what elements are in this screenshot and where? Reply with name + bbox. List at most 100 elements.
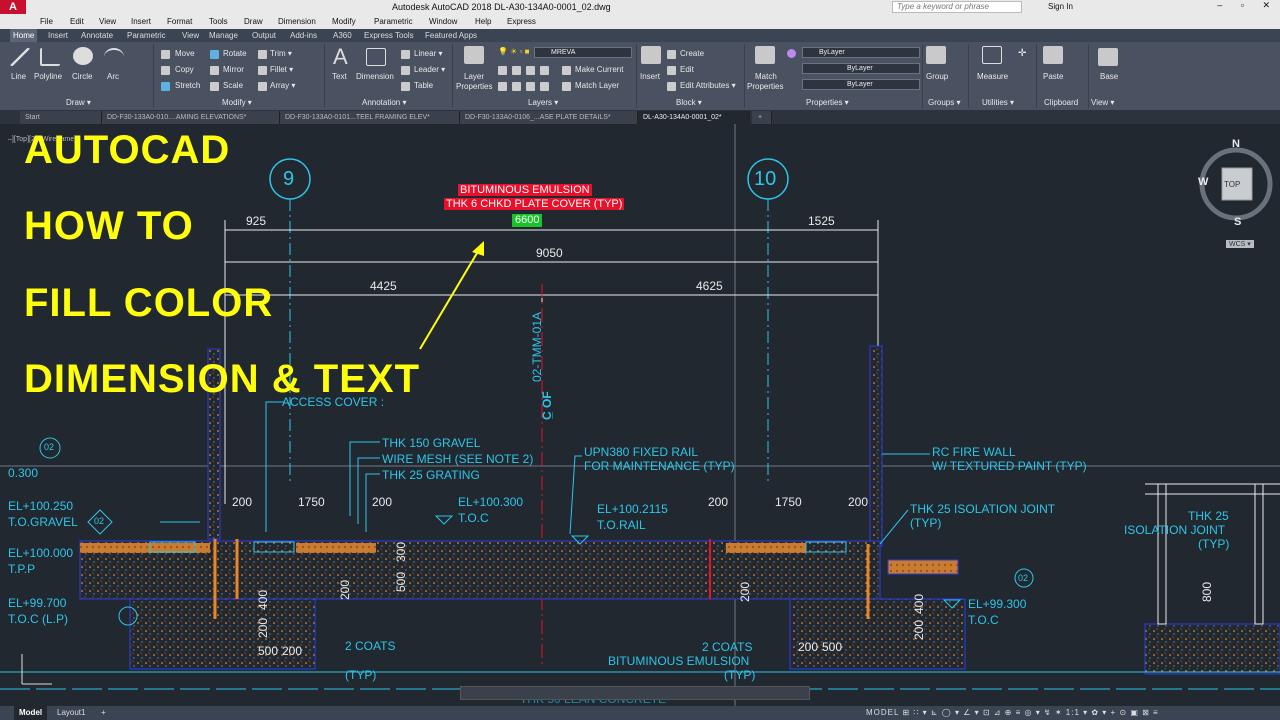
highlighted-text-line-2[interactable]: THK 6 CHKD PLATE COVER (TYP) [444,198,625,210]
stretch-button[interactable]: Stretch [175,81,200,90]
tab-express-tools[interactable]: Express Tools [364,31,414,40]
menu-file[interactable]: File [40,17,53,26]
base-view-icon[interactable] [1098,48,1118,66]
trim-button[interactable]: Trim ▾ [270,49,292,58]
status-toolbar[interactable]: MODEL ⊞ ∷ ▾ ⊾ ◯ ▾ ∠ ▾ ⊡ ⊿ ⊕ ≡ ◎ ▾ ↯ ✶ 1:… [866,708,1159,717]
command-line[interactable] [460,686,810,700]
tab-insert[interactable]: Insert [48,31,68,40]
properties-panel-label[interactable]: Properties ▾ [806,98,849,107]
rotate-button[interactable]: Rotate [223,49,247,58]
measure-button[interactable]: Measure [977,72,1008,81]
match-properties-label-1[interactable]: Match [755,72,777,81]
circle-button[interactable]: Circle [72,72,92,81]
linetype-dropdown[interactable]: ByLayer [802,63,920,74]
highlighted-text-line-1[interactable]: BITUMINOUS EMULSION [458,184,592,196]
menu-insert[interactable]: Insert [131,17,151,26]
menu-draw[interactable]: Draw [244,17,263,26]
menu-modify[interactable]: Modify [332,17,356,26]
line-icon[interactable] [10,48,30,66]
menu-help[interactable]: Help [475,17,491,26]
highlighted-dimension[interactable]: 6600 [512,214,543,227]
doc-tab-active[interactable]: DL-A30-134A0-0001_02* [638,111,750,124]
table-button[interactable]: Table [414,81,433,90]
new-tab-button[interactable]: + [752,111,772,124]
linear-button[interactable]: Linear ▾ [414,49,442,58]
circle-icon[interactable] [73,47,93,65]
viewcube-top-face[interactable]: TOP [1224,180,1240,189]
menu-parametric[interactable]: Parametric [374,17,413,26]
menu-format[interactable]: Format [167,17,192,26]
viewcube[interactable]: N S W TOP WCS ▾ [1198,138,1274,248]
viewcube-west[interactable]: W [1198,176,1208,188]
dimension-icon[interactable] [366,48,386,66]
doc-tab[interactable]: DD-F30-133A0-0101...TEEL FRAMING ELEV* [280,111,460,124]
insert-block-icon[interactable] [641,46,661,64]
tab-add-ins[interactable]: Add-ins [290,31,317,40]
tab-parametric[interactable]: Parametric [127,31,166,40]
match-properties-icon[interactable] [755,46,775,64]
create-block-button[interactable]: Create [680,49,704,58]
polyline-icon[interactable] [40,48,60,66]
menu-view[interactable]: View [99,17,116,26]
menu-express[interactable]: Express [507,17,536,26]
point-tools-icon[interactable]: ✛ [1018,48,1026,59]
match-properties-label-2[interactable]: Properties [747,82,783,91]
leader-button[interactable]: Leader ▾ [414,65,445,74]
group-button[interactable]: Group [926,72,948,81]
doc-tab-start[interactable]: Start [20,111,102,124]
scale-button[interactable]: Scale [223,81,243,90]
wcs-menu[interactable]: WCS ▾ [1226,240,1254,248]
layer-dropdown[interactable]: MREVA [534,47,632,58]
arc-button[interactable]: Arc [107,72,119,81]
annotation-panel-label[interactable]: Annotation ▾ [362,98,407,107]
groups-panel-label[interactable]: Groups ▾ [928,98,960,107]
tab-output[interactable]: Output [252,31,276,40]
tab-manage[interactable]: Manage [209,31,238,40]
move-button[interactable]: Move [175,49,195,58]
help-search-input[interactable]: Type a keyword or phrase [892,1,1022,13]
match-layer-button[interactable]: Match Layer [575,81,619,90]
lineweight-dropdown[interactable]: ByLayer [802,79,920,90]
clipboard-panel-label[interactable]: Clipboard [1044,98,1078,107]
drawing-canvas[interactable]: –][Top][2D Wireframe] AUTOCAD HOW TO FIL… [0,124,1280,706]
group-icon[interactable] [926,46,946,64]
edit-block-button[interactable]: Edit [680,65,694,74]
viewcube-north[interactable]: N [1232,138,1240,150]
add-layout-button[interactable]: + [96,706,111,720]
tab-view[interactable]: View [182,31,199,40]
layer-properties-label-1[interactable]: Layer [464,72,484,81]
measure-icon[interactable] [982,46,1002,64]
menu-window[interactable]: Window [429,17,457,26]
layout1-tab[interactable]: Layout1 [52,706,90,720]
autocad-logo-button[interactable]: A [0,0,26,14]
doc-tab[interactable]: DD-F30-133A0-0106_...ASE PLATE DETAILS* [460,111,638,124]
sign-in-button[interactable]: Sign In [1048,2,1073,11]
window-controls[interactable]: – ▫ ✕ [1217,0,1278,11]
arc-icon[interactable] [104,48,124,66]
viewcube-south[interactable]: S [1234,216,1241,228]
color-dropdown[interactable]: ByLayer [802,47,920,58]
edit-attributes-button[interactable]: Edit Attributes ▾ [680,81,736,90]
menu-edit[interactable]: Edit [70,17,84,26]
modify-panel-label[interactable]: Modify ▾ [222,98,252,107]
block-panel-label[interactable]: Block ▾ [676,98,702,107]
layer-properties-label-2[interactable]: Properties [456,82,492,91]
array-button[interactable]: Array ▾ [270,81,295,90]
tab-featured-apps[interactable]: Featured Apps [425,31,477,40]
make-current-button[interactable]: Make Current [575,65,623,74]
copy-button[interactable]: Copy [175,65,194,74]
line-button[interactable]: Line [11,72,26,81]
view-panel-label[interactable]: View ▾ [1091,98,1114,107]
menu-tools[interactable]: Tools [209,17,228,26]
mirror-button[interactable]: Mirror [223,65,244,74]
text-button[interactable]: Text [332,72,347,81]
dimension-button[interactable]: Dimension [356,72,394,81]
tab-a360[interactable]: A360 [333,31,352,40]
insert-block-button[interactable]: Insert [640,72,660,81]
tab-home[interactable]: Home [10,29,38,42]
utilities-panel-label[interactable]: Utilities ▾ [982,98,1014,107]
tab-annotate[interactable]: Annotate [81,31,113,40]
menu-dimension[interactable]: Dimension [278,17,316,26]
text-icon[interactable]: A [333,44,348,70]
layers-panel-label[interactable]: Layers ▾ [528,98,558,107]
